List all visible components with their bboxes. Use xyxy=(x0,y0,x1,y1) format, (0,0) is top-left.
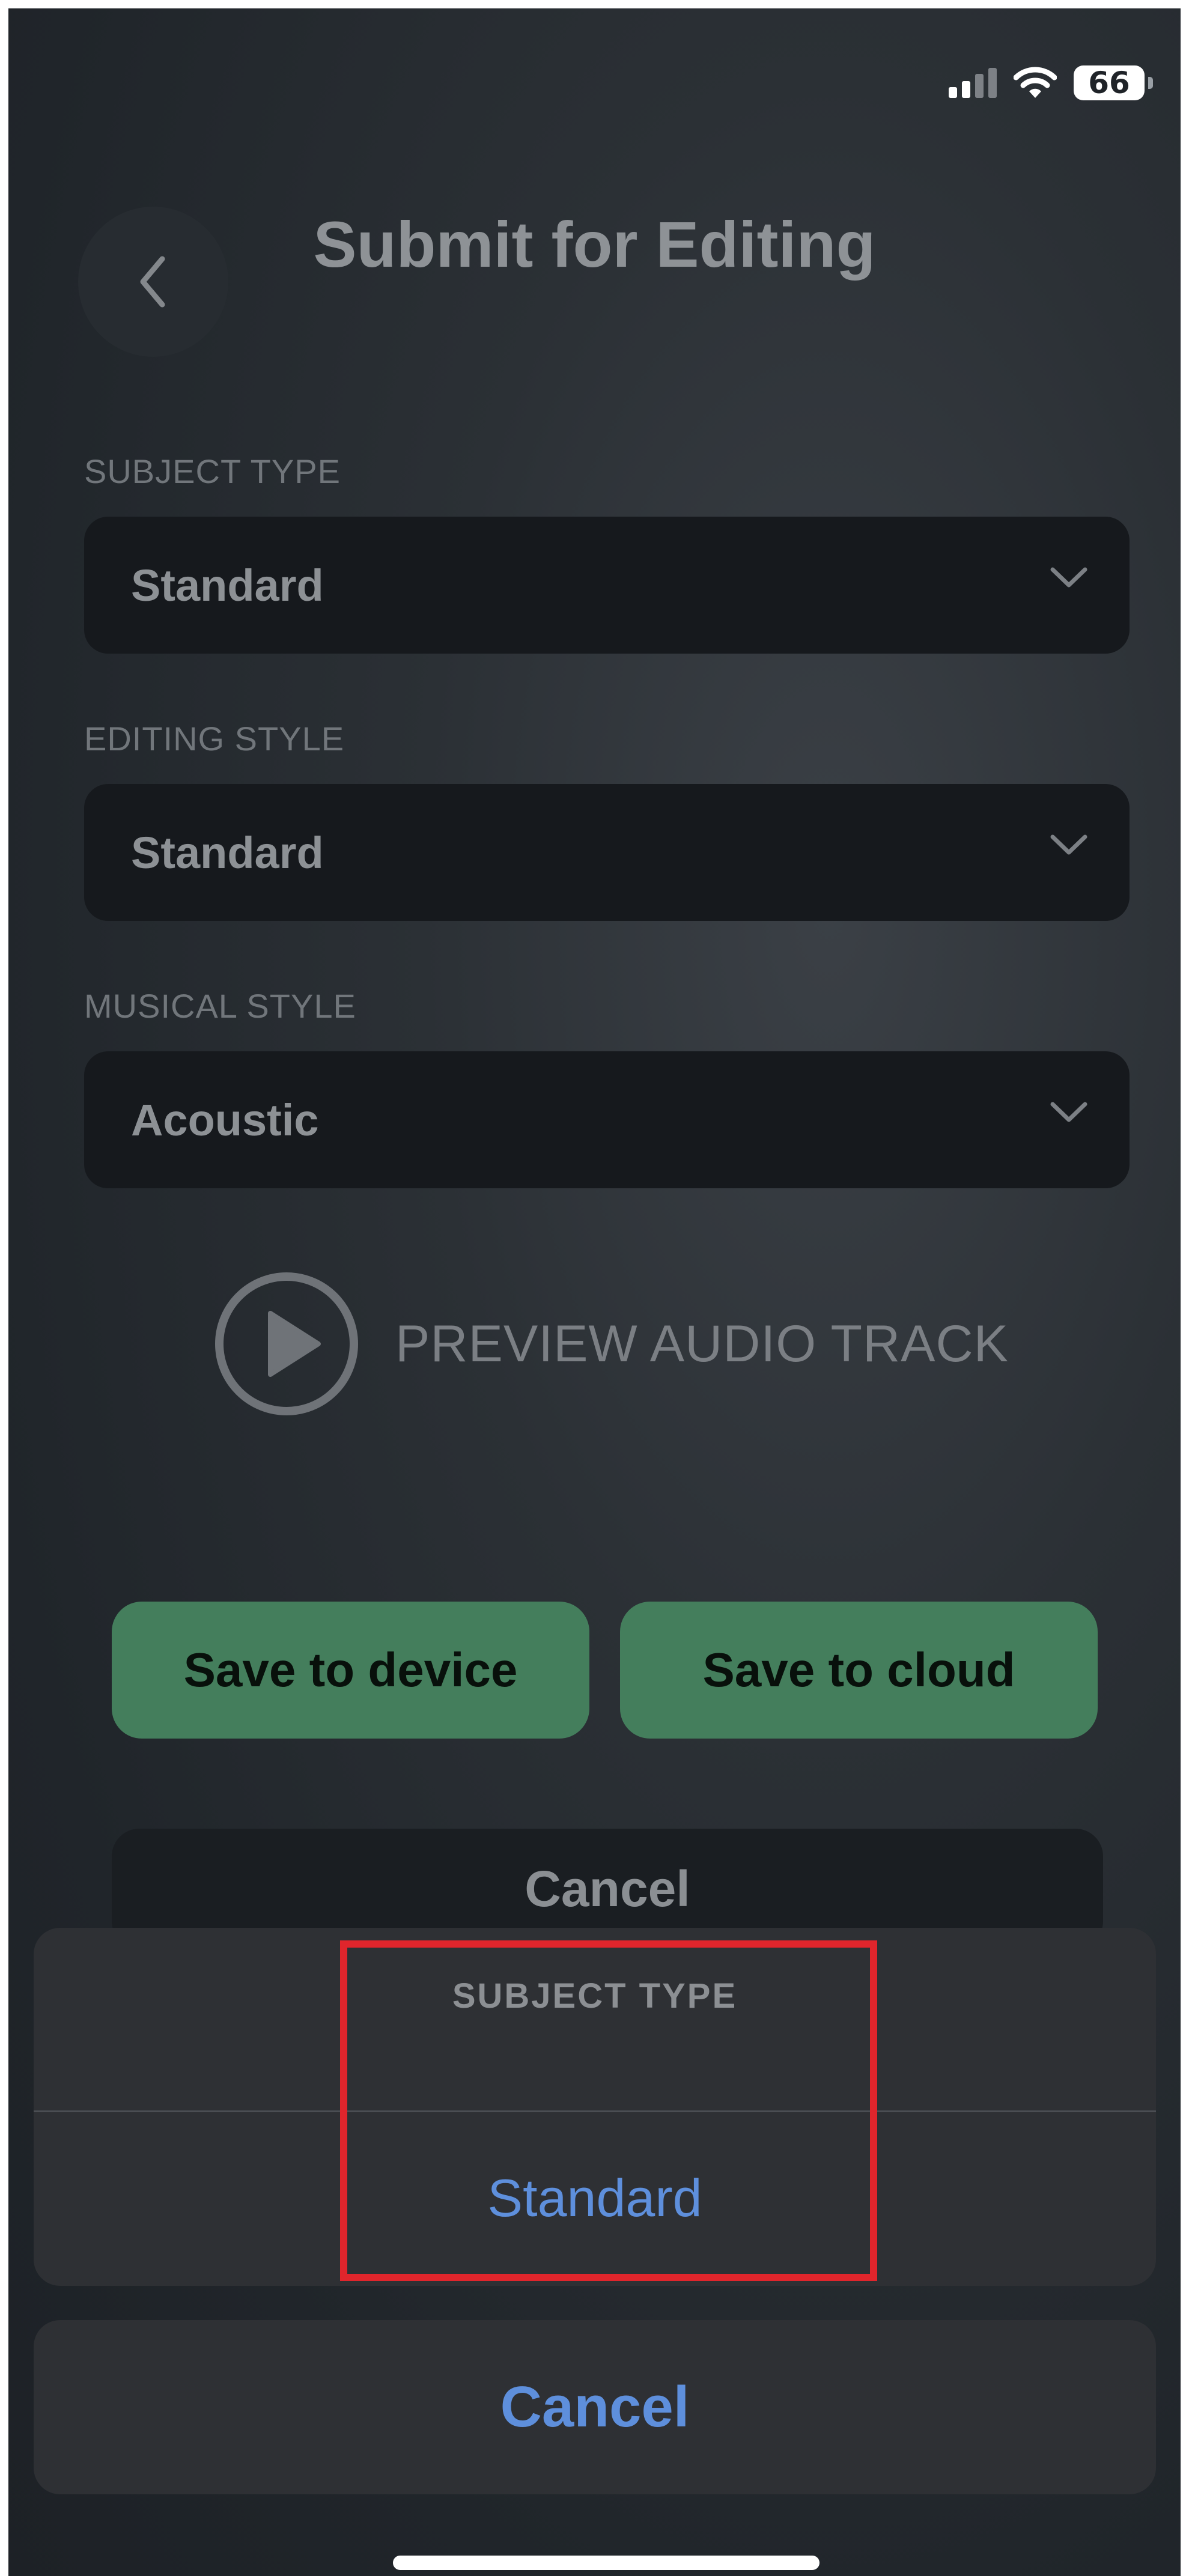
home-indicator[interactable] xyxy=(393,2556,820,2570)
action-sheet-cancel-button[interactable]: Cancel xyxy=(34,2320,1156,2494)
subject-type-dropdown[interactable]: Standard xyxy=(84,517,1130,654)
editing-style-label: EDITING STYLE xyxy=(84,720,345,758)
wifi-icon xyxy=(1014,67,1057,98)
musical-style-value: Acoustic xyxy=(131,1095,319,1145)
editing-style-value: Standard xyxy=(131,827,324,878)
highlight-box xyxy=(340,1940,877,2281)
subject-type-value: Standard xyxy=(131,560,324,610)
preview-audio-label: PREVIEW AUDIO TRACK xyxy=(395,1314,1009,1373)
chevron-down-icon xyxy=(1050,567,1087,588)
musical-style-label: MUSICAL STYLE xyxy=(84,987,356,1025)
cellular-signal-icon xyxy=(949,68,997,98)
editing-style-dropdown[interactable]: Standard xyxy=(84,784,1130,921)
chevron-down-icon xyxy=(1050,1102,1087,1122)
app-screen: 66 Submit for Editing SUBJECT TYPE Stand… xyxy=(8,8,1181,2576)
save-to-cloud-button[interactable]: Save to cloud xyxy=(620,1602,1098,1739)
page-title: Submit for Editing xyxy=(313,208,876,281)
chevron-down-icon xyxy=(1050,834,1087,855)
play-icon xyxy=(215,1272,358,1415)
status-bar: 66 xyxy=(949,65,1153,100)
subject-type-label: SUBJECT TYPE xyxy=(84,452,341,490)
save-to-device-button[interactable]: Save to device xyxy=(112,1602,589,1739)
preview-audio-button[interactable]: PREVIEW AUDIO TRACK xyxy=(213,1270,1009,1418)
battery-icon: 66 xyxy=(1074,65,1153,100)
musical-style-dropdown[interactable]: Acoustic xyxy=(84,1051,1130,1188)
battery-level: 66 xyxy=(1088,65,1130,100)
